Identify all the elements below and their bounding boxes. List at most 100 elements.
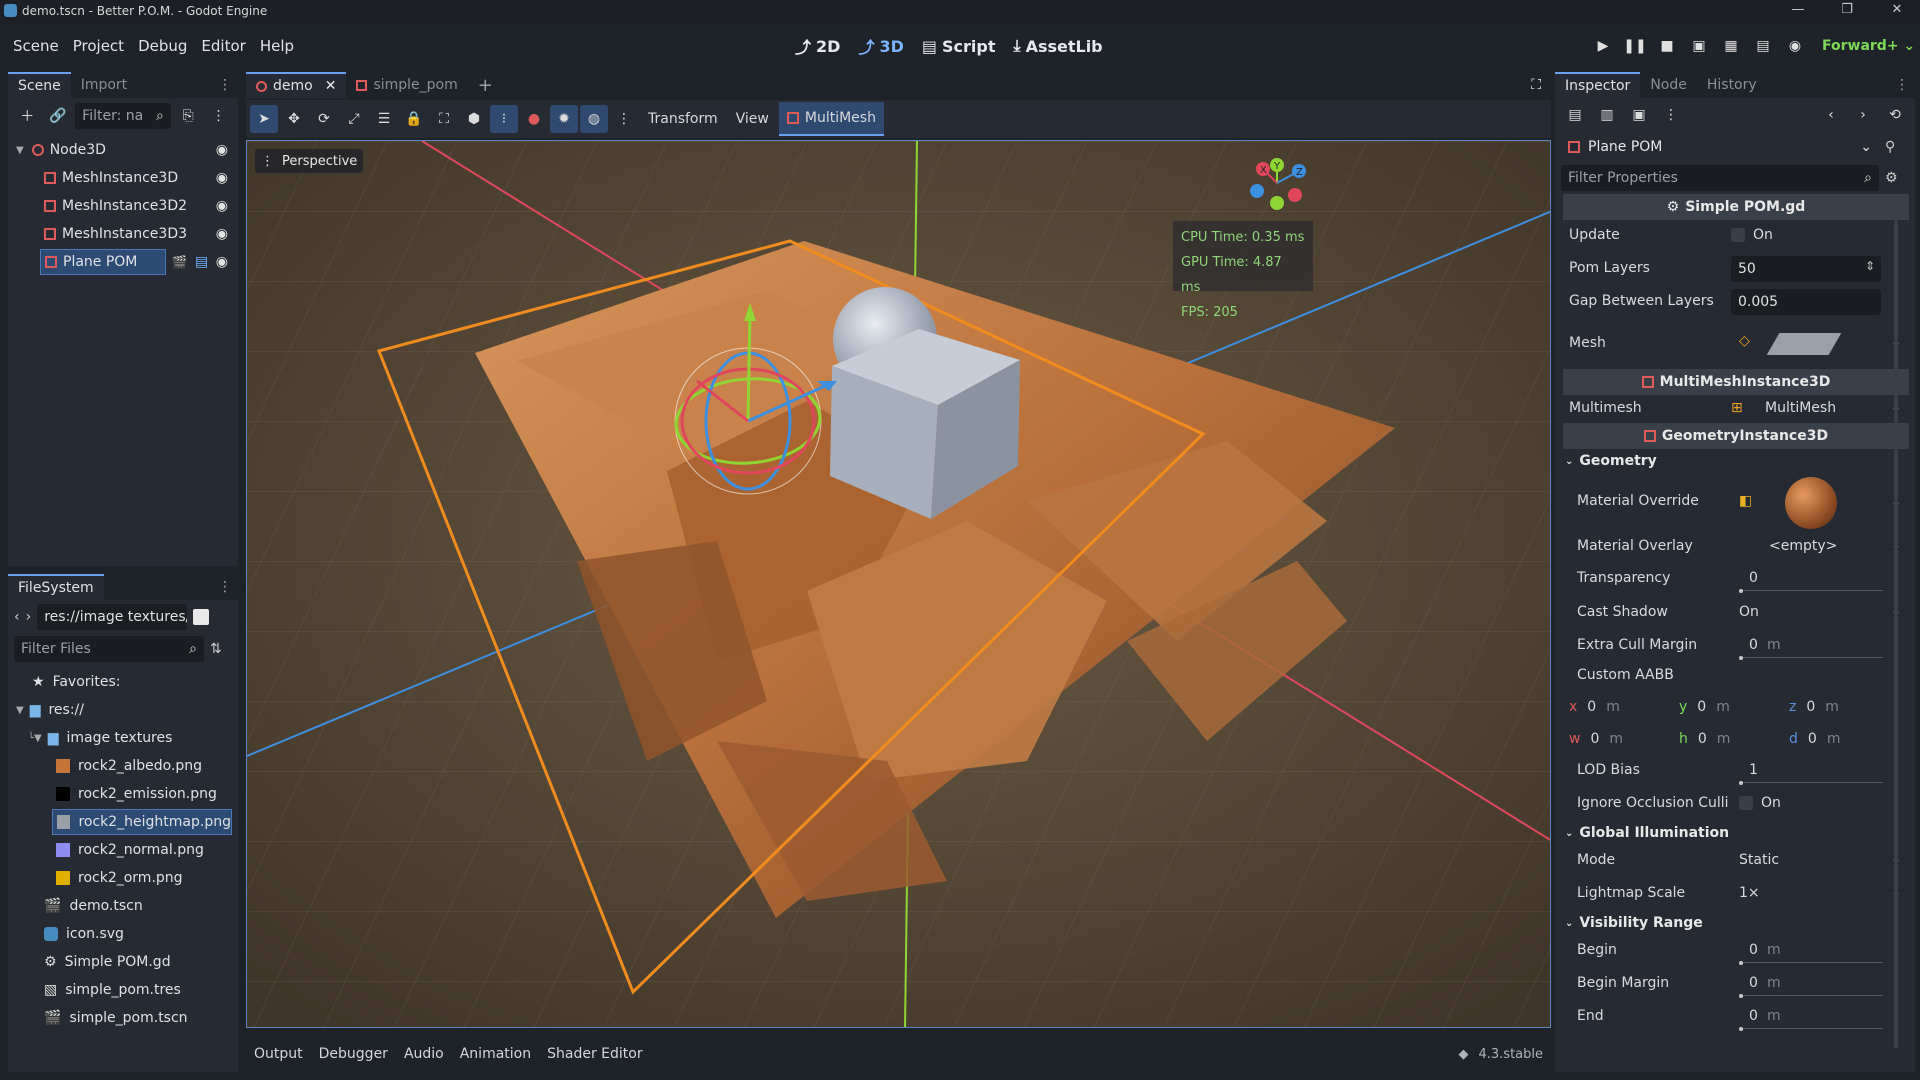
dock-menu-icon[interactable]: ⋮ bbox=[218, 77, 238, 93]
aabb-w-field[interactable]: w0m bbox=[1569, 731, 1669, 747]
geometry-instance-section-header[interactable]: GeometryInstance3D bbox=[1563, 423, 1909, 449]
prop-lightmap-scale[interactable]: Lightmap Scale 1× ⌄ bbox=[1563, 878, 1909, 911]
pause-icon[interactable]: ❚❚ bbox=[1622, 33, 1648, 59]
aabb-d-field[interactable]: d0m bbox=[1789, 731, 1889, 747]
stop-icon[interactable]: ■ bbox=[1654, 33, 1680, 59]
scene-menu-icon[interactable]: ⋮ bbox=[205, 102, 232, 130]
select-tool-icon[interactable]: ➤ bbox=[250, 105, 278, 133]
filesystem-path-input[interactable]: res://image textures/r bbox=[37, 604, 188, 630]
workspace-script-button[interactable]: ▤ Script bbox=[922, 37, 996, 56]
play-scene-icon[interactable]: ▦ bbox=[1718, 33, 1744, 59]
global-illumination-group-header[interactable]: ⌄ Global Illumination bbox=[1563, 821, 1909, 845]
begin-slider[interactable]: 0 m bbox=[1739, 939, 1883, 965]
file-rock2-heightmap[interactable]: rock2_heightmap.png bbox=[8, 808, 238, 836]
tab-inspector[interactable]: Inspector bbox=[1555, 72, 1641, 98]
tree-node-meshinstance3d[interactable]: MeshInstance3D ◉ bbox=[8, 164, 238, 192]
viewport-menu-icon[interactable]: ⋮ bbox=[610, 105, 638, 133]
workspace-assetlib-button[interactable]: ⤓ AssetLib bbox=[1013, 36, 1102, 56]
file-demo-tscn[interactable]: 🎬 demo.tscn bbox=[8, 892, 238, 920]
list-select-icon[interactable]: ☰ bbox=[370, 105, 398, 133]
tab-node[interactable]: Node bbox=[1640, 72, 1697, 98]
rotate-tool-icon[interactable]: ⟳ bbox=[310, 105, 338, 133]
tab-simple-pom[interactable]: simple_pom bbox=[346, 72, 467, 98]
open-resource-icon[interactable]: ▥ bbox=[1593, 101, 1621, 129]
group-icon[interactable]: ⛶ bbox=[430, 105, 458, 133]
scene-filter-input[interactable]: Filter: na ⌕ bbox=[75, 103, 171, 129]
file-rock2-emission[interactable]: rock2_emission.png bbox=[8, 780, 238, 808]
filter-properties-input[interactable]: Filter Properties ⌕ bbox=[1561, 165, 1879, 191]
move-tool-icon[interactable]: ✥ bbox=[280, 105, 308, 133]
forward-arrow-icon[interactable]: › bbox=[26, 609, 32, 625]
prop-gap-between-layers[interactable]: Gap Between Layers 0.005 bbox=[1563, 286, 1909, 319]
environment-preview-icon[interactable]: ◍ bbox=[580, 105, 608, 133]
tab-output[interactable]: Output bbox=[246, 1046, 311, 1062]
tree-node-meshinstance3d3[interactable]: MeshInstance3D3 ◉ bbox=[8, 220, 238, 248]
prop-transparency[interactable]: Transparency 0 bbox=[1563, 563, 1909, 597]
object-properties-icon[interactable]: ⚲ bbox=[1885, 139, 1895, 155]
script-section-header[interactable]: ⚙ Simple POM.gd bbox=[1563, 194, 1909, 220]
scene-instance-icon[interactable]: 🎬 bbox=[172, 255, 187, 269]
sort-icon[interactable]: ⇅ bbox=[210, 641, 222, 657]
tab-audio[interactable]: Audio bbox=[396, 1046, 452, 1062]
new-resource-icon[interactable]: ▤ bbox=[1561, 101, 1589, 129]
object-history-icon[interactable]: ⟲ bbox=[1881, 101, 1909, 129]
visibility-eye-icon[interactable]: ◉ bbox=[216, 198, 228, 214]
link-icon[interactable]: 🔗 bbox=[45, 102, 72, 130]
tab-scene[interactable]: Scene bbox=[8, 72, 71, 98]
distraction-free-icon[interactable]: ⛶ bbox=[1531, 77, 1551, 93]
dock-menu-icon[interactable]: ⋮ bbox=[218, 579, 238, 595]
tree-node-node3d[interactable]: ▼ Node3D ◉ bbox=[8, 136, 238, 164]
file-icon-svg[interactable]: icon.svg bbox=[8, 920, 238, 948]
prop-material-overlay[interactable]: Material Overlay <empty> ⌄ bbox=[1563, 531, 1909, 563]
tab-history[interactable]: History bbox=[1697, 72, 1767, 98]
extra-cull-slider[interactable]: 0 m bbox=[1739, 634, 1883, 660]
inspector-options-icon[interactable]: ⚙ bbox=[1885, 170, 1898, 186]
perspective-menu[interactable]: ⋮ Perspective bbox=[255, 149, 364, 173]
menu-transform[interactable]: Transform bbox=[640, 111, 726, 127]
tree-node-meshinstance3d2[interactable]: MeshInstance3D2 ◉ bbox=[8, 192, 238, 220]
renderer-select[interactable]: Forward+ ⌄ bbox=[1822, 38, 1915, 54]
file-simple-pom-tscn[interactable]: 🎬 simple_pom.tscn bbox=[8, 1004, 238, 1032]
play-custom-scene-icon[interactable]: ▤ bbox=[1750, 33, 1776, 59]
menu-debug[interactable]: Debug bbox=[131, 32, 194, 60]
script-attached-icon[interactable]: ▤ bbox=[195, 254, 208, 270]
gap-input[interactable]: 0.005 bbox=[1731, 289, 1881, 315]
prop-extra-cull-margin[interactable]: Extra Cull Margin 0 m bbox=[1563, 630, 1909, 663]
file-rock2-orm[interactable]: rock2_orm.png bbox=[8, 864, 238, 892]
new-scene-tab-icon[interactable]: + bbox=[468, 75, 503, 96]
aabb-z-field[interactable]: z0m bbox=[1789, 699, 1889, 715]
tab-import[interactable]: Import bbox=[71, 72, 137, 98]
file-simple-pom-gd[interactable]: ⚙ Simple POM.gd bbox=[8, 948, 238, 976]
aabb-x-field[interactable]: x0m bbox=[1569, 699, 1669, 715]
menu-help[interactable]: Help bbox=[253, 32, 301, 60]
visibility-eye-icon[interactable]: ◉ bbox=[216, 170, 228, 186]
end-slider[interactable]: 0 m bbox=[1739, 1005, 1883, 1031]
prop-begin[interactable]: Begin 0 m bbox=[1563, 935, 1909, 968]
visibility-range-group-header[interactable]: ⌄ Visibility Range bbox=[1563, 911, 1909, 935]
prop-mesh[interactable]: Mesh ◇ ⌄ bbox=[1563, 319, 1909, 369]
folder-image-textures[interactable]: └▼ ▆ image textures bbox=[8, 724, 238, 752]
visibility-eye-icon[interactable]: ◉ bbox=[216, 226, 228, 242]
close-tab-icon[interactable]: ✕ bbox=[325, 74, 337, 98]
dock-menu-icon[interactable]: ⋮ bbox=[1895, 77, 1915, 93]
viewport-scene[interactable] bbox=[247, 141, 1551, 1028]
lock-icon[interactable]: 🔒 bbox=[400, 105, 428, 133]
prop-gi-mode[interactable]: Mode Static ⌄ bbox=[1563, 845, 1909, 878]
folder-res-root[interactable]: ▼ ▆ res:// bbox=[8, 696, 238, 724]
workspace-3d-button[interactable]: ⤴ 3D bbox=[858, 34, 903, 58]
filter-files-input[interactable]: Filter Files ⌕ bbox=[14, 636, 204, 662]
prop-material-override[interactable]: Material Override ◧ ⌄ bbox=[1563, 473, 1909, 531]
snap-icon[interactable]: ⁝ bbox=[490, 105, 518, 133]
workspace-2d-button[interactable]: ⤴ 2D bbox=[795, 34, 840, 58]
prop-pom-layers[interactable]: Pom Layers 50 ⇕ bbox=[1563, 253, 1909, 286]
resource-menu-icon[interactable]: ⋮ bbox=[1657, 101, 1685, 129]
menu-editor[interactable]: Editor bbox=[194, 32, 252, 60]
maximize-icon[interactable]: ❐ bbox=[1832, 2, 1862, 17]
prop-update[interactable]: Update On bbox=[1563, 220, 1909, 253]
file-simple-pom-tres[interactable]: ▧ simple_pom.tres bbox=[8, 976, 238, 1004]
play-icon[interactable]: ▶ bbox=[1590, 33, 1616, 59]
menu-scene[interactable]: Scene bbox=[6, 32, 66, 60]
checkbox-icon[interactable] bbox=[1731, 228, 1745, 242]
tab-shader-editor[interactable]: Shader Editor bbox=[539, 1046, 650, 1062]
inspector-scrollbar[interactable] bbox=[1894, 208, 1898, 1048]
